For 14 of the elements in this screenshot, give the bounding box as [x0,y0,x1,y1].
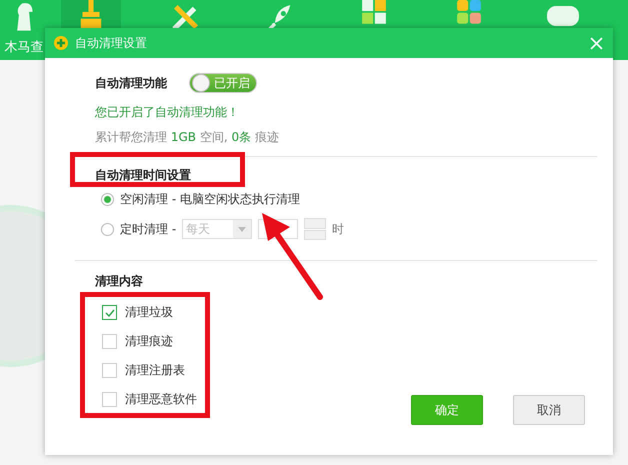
checkbox-label: 清理痕迹 [125,333,173,350]
setting-label: 自动清理功能 [95,74,167,92]
checkbox-label: 清理恶意软件 [125,391,197,408]
dialog-title: 自动清理设置 [75,34,148,52]
unit-label: 时 [332,220,344,238]
radio-label: 空闲清理 - 电脑空闲状态执行清理 [120,190,300,208]
status-message: 您已开启了自动清理功能！ [95,104,240,121]
checkbox-label: 清理垃圾 [125,304,173,321]
section-title: 清理内容 [95,273,144,290]
checkbox-label: 清理注册表 [125,362,185,379]
tab-label: 木马查 [4,39,44,56]
section-title: 自动清理时间设置 [95,167,192,184]
radio-label: 定时清理 - [120,220,176,238]
stats-text: 累计帮您清理 1GB 空间, 0条 痕迹 [95,129,280,146]
